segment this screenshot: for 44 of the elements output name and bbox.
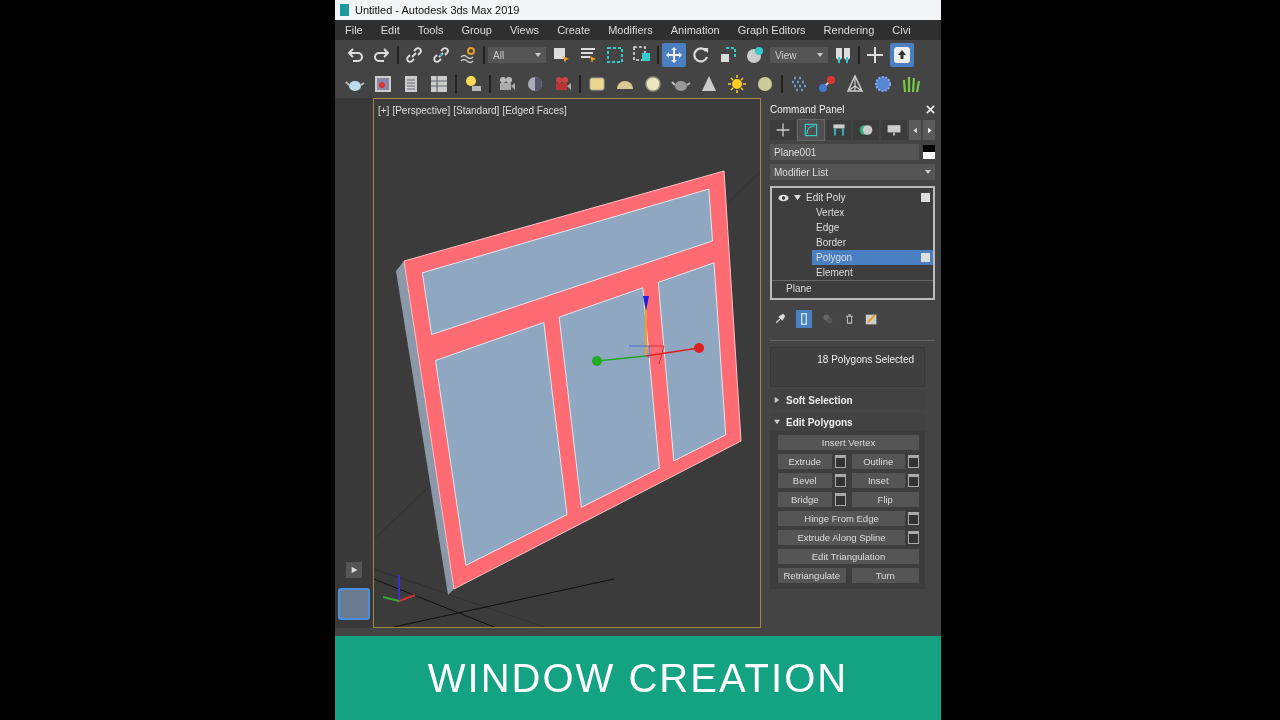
- command-button[interactable]: Extrude: [778, 454, 832, 469]
- window-title: Untitled - Autodesk 3ds Max 2019: [355, 4, 520, 16]
- selection-count: 18 Polygons Selected: [817, 354, 914, 367]
- rollout-header[interactable]: Edit Polygons: [770, 413, 925, 431]
- menu-item[interactable]: File: [335, 24, 372, 36]
- menu-item[interactable]: Animation: [661, 24, 729, 36]
- menu-item[interactable]: Graph Editors: [728, 24, 815, 36]
- menu-item[interactable]: Create: [548, 24, 600, 36]
- stack-item[interactable]: Plane: [786, 283, 812, 294]
- command-button[interactable]: Inset: [851, 473, 905, 488]
- command-button[interactable]: Turn: [851, 568, 919, 583]
- modifier-list-dropdown[interactable]: Modifier List: [770, 164, 935, 180]
- object-name-field[interactable]: Plane001: [770, 144, 919, 160]
- menu-item[interactable]: Modifiers: [599, 24, 662, 36]
- menu-item[interactable]: Views: [500, 24, 549, 36]
- viewport-label[interactable]: [+]: [378, 105, 390, 116]
- subobject-item[interactable]: Vertex: [812, 205, 933, 220]
- selection-filter-dropdown[interactable]: All: [488, 47, 546, 63]
- menu-item[interactable]: Tools: [408, 24, 453, 36]
- rollout-header[interactable]: Soft Selection: [770, 391, 925, 409]
- menu-item[interactable]: Civi: [883, 24, 920, 36]
- command-button[interactable]: Bridge: [778, 492, 832, 507]
- caption-text: WINDOW CREATION: [427, 655, 849, 701]
- stack-item[interactable]: Edit Poly: [806, 192, 916, 203]
- viewport-label[interactable]: [Perspective]: [392, 105, 451, 116]
- menu-item[interactable]: Rendering: [814, 24, 884, 36]
- subobject-item[interactable]: Border: [812, 235, 933, 250]
- subobject-item[interactable]: Edge: [812, 220, 933, 235]
- command-button[interactable]: Bevel: [778, 473, 832, 488]
- panel-title: Command Panel: [770, 103, 845, 115]
- menu-item[interactable]: Edit: [371, 24, 409, 36]
- command-button[interactable]: Hinge From Edge: [778, 511, 905, 526]
- command-button[interactable]: Outline: [851, 454, 905, 469]
- subobject-item[interactable]: Element: [812, 265, 933, 280]
- command-button[interactable]: Flip: [851, 492, 919, 507]
- viewport-label[interactable]: [Edged Faces]: [502, 105, 567, 116]
- command-button[interactable]: Insert Vertex: [778, 435, 919, 450]
- viewport-label[interactable]: [Standard]: [453, 105, 500, 116]
- reference-coordinate-dropdown[interactable]: View: [770, 47, 828, 63]
- menu-item[interactable]: Group: [452, 24, 501, 36]
- command-button[interactable]: Retriangulate: [778, 568, 846, 583]
- command-button[interactable]: Edit Triangulation: [778, 549, 919, 564]
- viewport[interactable]: [+] [Perspective] [Standard] [Edged Faces]: [373, 98, 761, 628]
- command-button[interactable]: Extrude Along Spline: [778, 530, 905, 545]
